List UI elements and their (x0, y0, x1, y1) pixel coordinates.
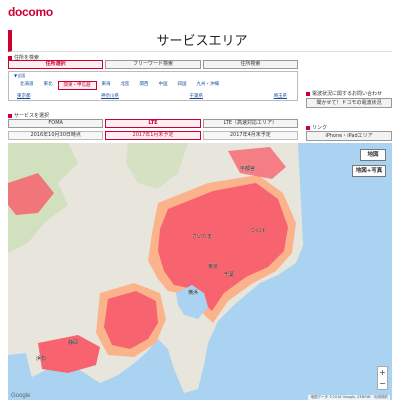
region-item[interactable]: 関西 (135, 81, 154, 90)
address-search-tabs: 住所選択 フリーワード検索 住所検索 (8, 60, 298, 69)
place-label: 東京 (208, 264, 219, 270)
iphone-area-button[interactable]: iPhone・iPadエリア (306, 131, 392, 141)
mode-lte[interactable]: LTE (105, 119, 201, 128)
prefecture-link[interactable]: 千葉県 (190, 93, 204, 99)
region-selector: ▼全国 北海道 東北 関東・甲信越 東海 北陸 関西 中国 四国 九州・沖縄 東… (8, 71, 298, 101)
date-option[interactable]: 2016年10月30日時点 (8, 131, 104, 140)
prefecture-link[interactable]: 神奈川県 (101, 93, 119, 99)
place-label: さいたま (192, 234, 212, 240)
region-item[interactable]: 東北 (39, 81, 58, 90)
date-option-selected[interactable]: 2017年1月末予定 (105, 131, 201, 140)
map-attribution[interactable]: 地図データ ©2016 Google, ZENRIN 利用規約 (308, 395, 390, 400)
prefecture-link[interactable]: 埼玉県 (274, 93, 288, 99)
page-title: サービスエリア (156, 34, 248, 49)
map-view-button[interactable]: 地図 (360, 149, 386, 161)
region-item[interactable]: 北陸 (116, 81, 135, 90)
pacific-sea (298, 143, 392, 400)
tab-free-word-search[interactable]: フリーワード検索 (105, 60, 201, 69)
header: docomo (0, 0, 400, 26)
place-label: 静岡 (68, 340, 79, 346)
tab-address-search[interactable]: 住所検索 (202, 60, 298, 69)
place-label: 宇都宮 (240, 166, 256, 172)
place-label: 千葉 (224, 272, 235, 278)
bullet-icon (8, 55, 12, 60)
mode-lte-high-speed[interactable]: LTE（高速対応エリア） (202, 119, 298, 128)
tab-address-select[interactable]: 住所選択 (8, 60, 104, 69)
prefecture-link[interactable]: 東京都 (17, 93, 31, 99)
map-photo-view-button[interactable]: 地図+写真 (352, 165, 386, 177)
coverage-map[interactable]: 東京 横浜 千葉 さいたま つくば 静岡 浜松 宇都宮 地図 地図+写真 + −… (8, 143, 392, 400)
date-option[interactable]: 2017年4月末予定 (202, 131, 298, 140)
zoom-control: + − (377, 366, 388, 390)
region-list: 北海道 東北 関東・甲信越 東海 北陸 関西 中国 四国 九州・沖縄 (15, 81, 224, 90)
page-title-bar: サービスエリア (8, 30, 392, 52)
google-logo: Google (11, 393, 31, 399)
map-canvas (8, 143, 392, 400)
bullet-icon (8, 113, 12, 118)
bullet-icon (306, 91, 310, 96)
docomo-logo[interactable]: docomo (8, 5, 53, 19)
zoom-in-button[interactable]: + (378, 367, 387, 378)
inquiry-button[interactable]: 聞かせて！ドコモの電波状況 (306, 98, 392, 108)
date-tabs: 2016年10月30日時点 2017年1月末予定 2017年4月末予定 (8, 131, 298, 140)
zoom-out-button[interactable]: − (378, 378, 387, 389)
region-item-selected[interactable]: 関東・甲信越 (57, 81, 97, 90)
mode-foma[interactable]: FOMA (8, 119, 104, 128)
prefecture-list: 東京都 神奈川県 千葉県 埼玉県 (17, 93, 287, 99)
region-item[interactable]: 北海道 (15, 81, 39, 90)
place-label: 横浜 (188, 290, 199, 296)
service-heading: サービスを選択 (8, 112, 49, 119)
region-item[interactable]: 九州・沖縄 (192, 81, 225, 90)
link-heading: リンク (306, 124, 327, 131)
expand-all-link[interactable]: ▼全国 (14, 73, 25, 79)
inquiry-heading: 電波状況に関するお問い合わせ (306, 90, 382, 97)
region-item[interactable]: 中国 (154, 81, 173, 90)
place-label: つくば (250, 228, 266, 234)
region-item[interactable]: 東海 (97, 81, 116, 90)
region-item[interactable]: 四国 (173, 81, 192, 90)
place-label: 浜松 (36, 356, 47, 362)
service-mode-tabs: FOMA LTE LTE（高速対応エリア） (8, 119, 298, 128)
bullet-icon (306, 125, 310, 130)
